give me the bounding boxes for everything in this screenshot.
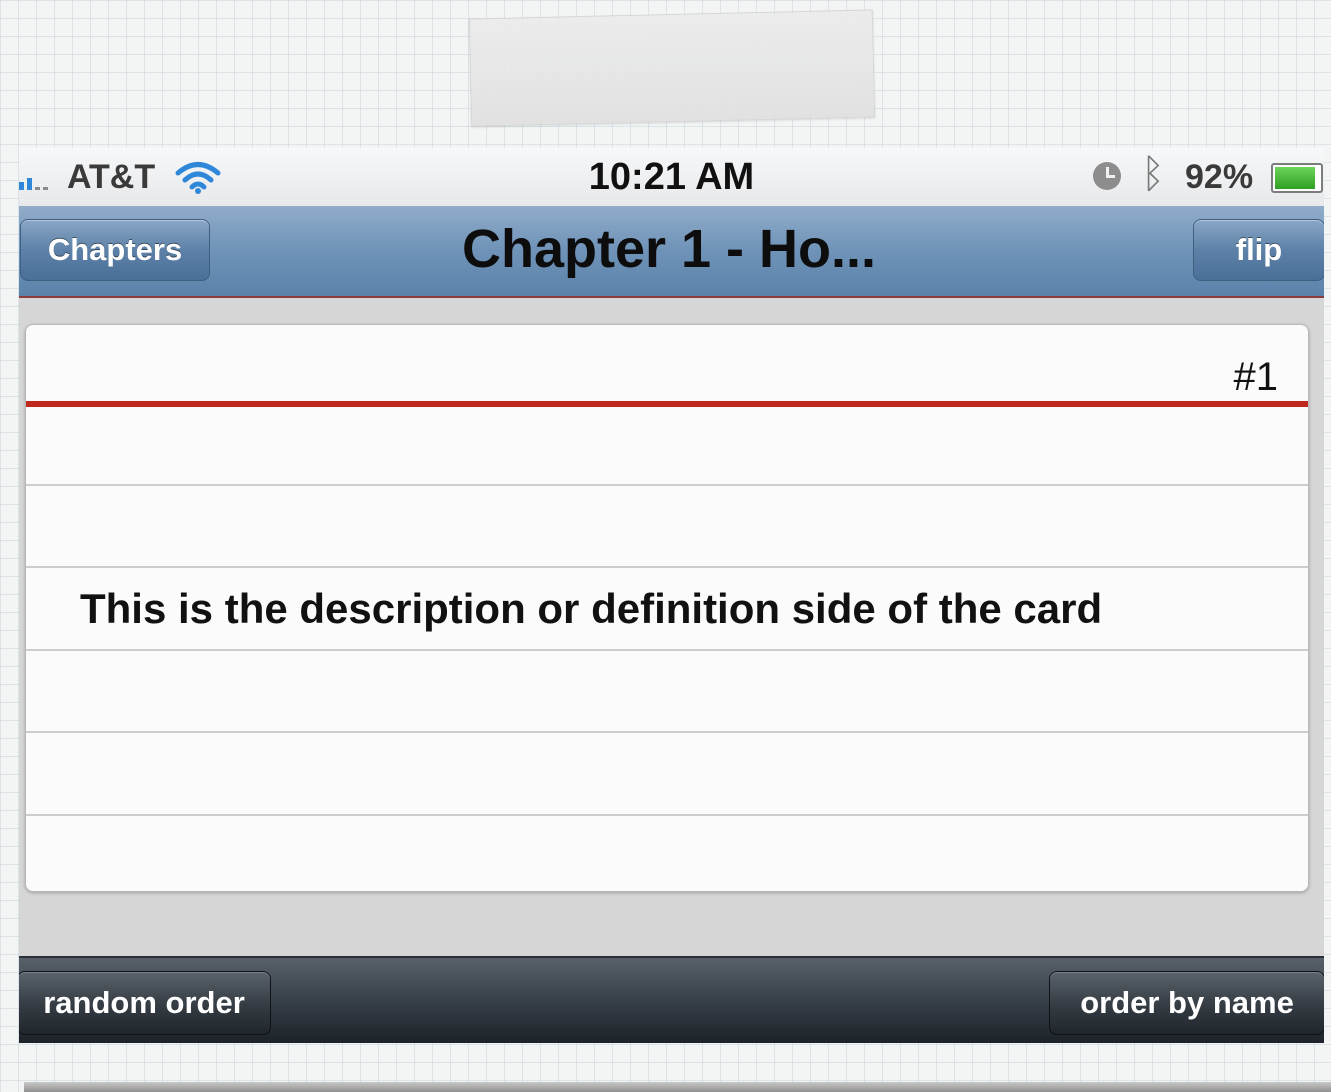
status-bar: AT&T 10:21 AM ᛒ 92% bbox=[19, 148, 1324, 207]
chapters-back-button[interactable]: Chapters bbox=[20, 219, 210, 281]
bluetooth-icon: ᛒ bbox=[1141, 152, 1165, 196]
random-order-button[interactable]: random order bbox=[19, 971, 271, 1035]
alarm-clock-icon bbox=[1093, 162, 1121, 190]
tape-decoration bbox=[468, 9, 876, 127]
card-rule-line bbox=[26, 566, 1308, 568]
flip-button[interactable]: flip bbox=[1193, 219, 1324, 281]
card-margin-line bbox=[26, 401, 1308, 407]
flashcard[interactable]: #1 This is the description or definition… bbox=[25, 324, 1309, 892]
card-definition-text: This is the description or definition si… bbox=[80, 585, 1103, 632]
phone-screen: AT&T 10:21 AM ᛒ 92% Chapters Chapter 1 -… bbox=[19, 148, 1324, 1043]
card-rule-line bbox=[26, 484, 1308, 486]
order-by-name-button[interactable]: order by name bbox=[1049, 971, 1324, 1035]
bottom-toolbar: random order order by name bbox=[19, 956, 1324, 1043]
battery-icon bbox=[1271, 163, 1323, 193]
battery-percent: 92% bbox=[1185, 158, 1254, 196]
bottom-edge-decoration bbox=[24, 1082, 1331, 1092]
status-time: 10:21 AM bbox=[588, 156, 755, 198]
card-number: #1 bbox=[1233, 355, 1279, 399]
navigation-bar: Chapters Chapter 1 - Ho... flip bbox=[19, 206, 1324, 298]
card-rule-line bbox=[26, 814, 1308, 816]
card-rule-line bbox=[26, 649, 1308, 651]
page-title: Chapter 1 - Ho... bbox=[461, 219, 877, 279]
card-rule-line bbox=[26, 731, 1308, 733]
battery-level-fill bbox=[1275, 167, 1316, 189]
